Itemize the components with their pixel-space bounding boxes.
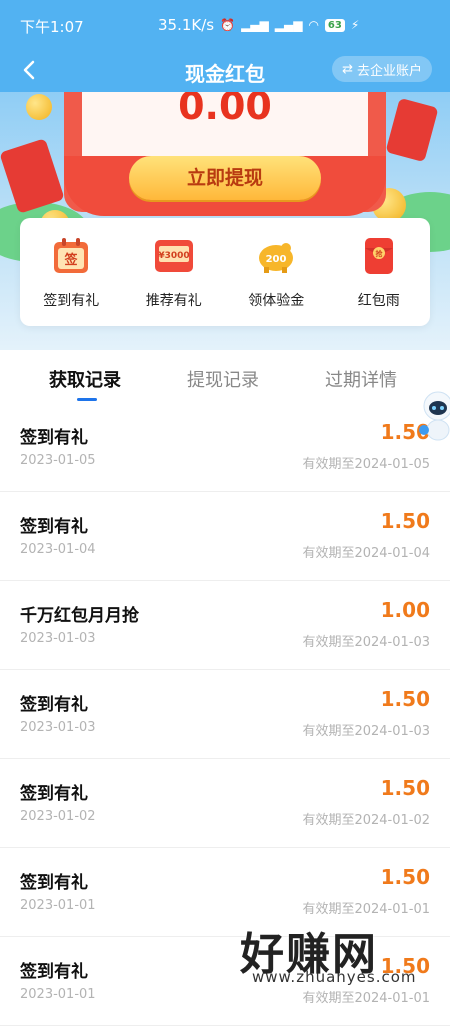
record-expire: 有效期至2024-01-01 <box>302 991 430 1006</box>
swap-icon: ⇄ <box>342 61 353 77</box>
record-title: 签到有礼 <box>20 695 88 715</box>
record-title: 签到有礼 <box>20 517 88 537</box>
record-expire: 有效期至2024-01-05 <box>302 457 430 472</box>
record-amount: 1.50 <box>380 865 430 889</box>
alarm-icon: ⏰ <box>220 18 236 32</box>
enterprise-account-label: 去企业账户 <box>356 63 422 79</box>
assistant-robot-icon[interactable] <box>414 384 450 446</box>
withdraw-button[interactable]: 立即提现 <box>129 156 321 200</box>
record-amount: 1.00 <box>380 598 430 622</box>
list-item[interactable]: 签到有礼 2023-01-05 1.50 有效期至2024-01-05 <box>0 403 450 492</box>
calendar-sign-icon: 签 <box>54 238 89 273</box>
coupon-badge: ¥3000 <box>158 251 189 261</box>
list-item[interactable]: 千万红包月月抢 2023-01-03 1.00 有效期至2024-01-03 <box>0 581 450 670</box>
tab-expired-details[interactable]: 过期详情 <box>325 366 397 392</box>
record-title: 千万红包月月抢 <box>20 606 139 626</box>
record-expire: 有效期至2024-01-04 <box>302 546 430 561</box>
active-tab-indicator <box>77 398 97 401</box>
red-envelope-icon: 抢 <box>364 238 393 274</box>
calendar-badge: 签 <box>64 252 79 268</box>
status-time: 下午1:07 <box>20 18 84 36</box>
signal-icon: ▂▄▆ <box>241 18 269 32</box>
record-date: 2023-01-02 <box>20 809 96 824</box>
piggy-badge: 200 <box>266 254 287 265</box>
watermark-url: www.zhuanyes.com <box>252 968 417 986</box>
list-item[interactable]: 签到有礼 2023-01-02 1.50 有效期至2024-01-02 <box>0 759 450 848</box>
record-tabs: 获取记录 提现记录 过期详情 <box>0 350 450 402</box>
coupon-3000-icon: ¥3000 <box>154 240 193 272</box>
feature-label: 领体验金 <box>248 293 305 309</box>
record-expire: 有效期至2024-01-03 <box>302 635 430 650</box>
record-amount: 1.50 <box>380 687 430 711</box>
red-envelope-decoration <box>385 97 439 163</box>
record-title: 签到有礼 <box>20 784 88 804</box>
enterprise-account-button[interactable]: ⇄ 去企业账户 <box>332 56 432 82</box>
tab-earned-records[interactable]: 获取记录 <box>49 366 121 392</box>
status-indicators: 35.1K/s ⏰ ▂▄▆ ▂▄▆ ◠ 63 ⚡ <box>158 16 359 34</box>
record-date: 2023-01-01 <box>20 898 96 913</box>
feature-sign-in[interactable]: 签 签到有礼 <box>20 218 123 326</box>
record-amount: 1.50 <box>380 509 430 533</box>
network-speed: 35.1K/s <box>158 16 215 34</box>
record-date: 2023-01-03 <box>20 720 96 735</box>
balance-amount: 0.00 <box>178 92 272 128</box>
record-title: 签到有礼 <box>20 962 88 982</box>
record-title: 签到有礼 <box>20 873 88 893</box>
feature-trial-fund[interactable]: 200 领体验金 <box>225 218 328 326</box>
signal-2-icon: ▂▄▆ <box>274 18 303 32</box>
list-item[interactable]: 签到有礼 2023-01-01 1.50 有效期至2024-01-01 <box>0 848 450 937</box>
feature-red-packet-rain[interactable]: 抢 红包雨 <box>328 218 431 326</box>
list-item[interactable]: 签到有礼 2023-01-04 1.50 有效期至2024-01-04 <box>0 492 450 581</box>
record-title: 签到有礼 <box>20 428 88 448</box>
list-item[interactable]: 签到有礼 2023-01-03 1.50 有效期至2024-01-03 <box>0 670 450 759</box>
record-expire: 有效期至2024-01-01 <box>302 902 430 917</box>
tab-withdraw-records[interactable]: 提现记录 <box>187 366 259 392</box>
feature-referral[interactable]: ¥3000 推荐有礼 <box>123 218 226 326</box>
record-expire: 有效期至2024-01-02 <box>302 813 430 828</box>
record-amount: 1.50 <box>380 776 430 800</box>
coin-decoration <box>26 94 52 120</box>
feature-label: 签到有礼 <box>43 293 100 309</box>
charging-icon: ⚡ <box>350 18 360 32</box>
feature-label: 红包雨 <box>357 293 400 309</box>
envelope-badge: 抢 <box>375 249 383 258</box>
record-date: 2023-01-03 <box>20 631 96 646</box>
battery-icon: 63 <box>324 18 345 32</box>
record-list: 签到有礼 2023-01-05 1.50 有效期至2024-01-05 签到有礼… <box>0 403 450 1026</box>
status-bar: 下午1:07 35.1K/s ⏰ ▂▄▆ ▂▄▆ ◠ 63 ⚡ <box>0 0 450 48</box>
wifi-icon: ◠ <box>308 18 319 32</box>
record-expire: 有效期至2024-01-03 <box>302 724 430 739</box>
feature-label: 推荐有礼 <box>145 293 202 309</box>
record-date: 2023-01-04 <box>20 542 96 557</box>
nav-bar: 现金红包 ⇄ 去企业账户 <box>0 48 450 92</box>
record-date: 2023-01-05 <box>20 453 96 468</box>
feature-shortcuts: 签 签到有礼 ¥3000 推荐有礼 200 领体验金 抢 红包雨 <box>20 218 430 326</box>
piggy-bank-icon: 200 <box>259 243 294 273</box>
red-envelope-decoration <box>0 138 65 214</box>
